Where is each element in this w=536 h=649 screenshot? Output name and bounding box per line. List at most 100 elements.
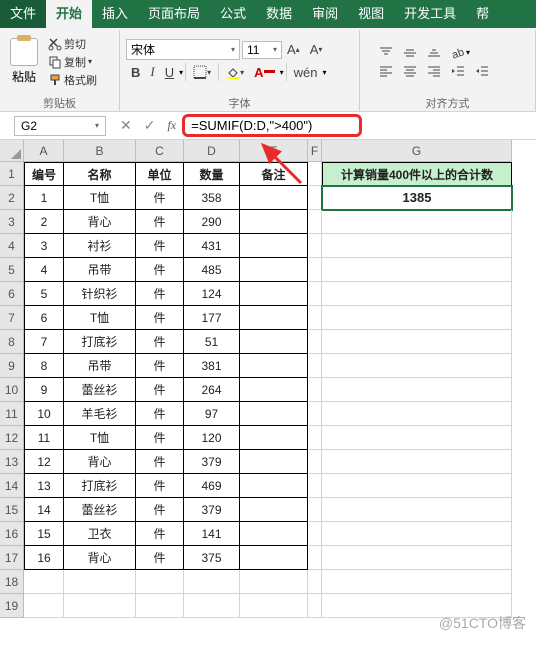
row-header[interactable]: 6: [0, 282, 24, 306]
cell[interactable]: 485: [184, 258, 240, 282]
copy-button[interactable]: 复制▾: [46, 53, 99, 71]
cell[interactable]: 件: [136, 426, 184, 450]
bold-button[interactable]: B: [126, 63, 145, 82]
cell[interactable]: [308, 282, 322, 306]
cell[interactable]: 件: [136, 330, 184, 354]
cell[interactable]: [184, 594, 240, 618]
font-size-combo[interactable]: 11▾: [242, 41, 282, 59]
cell[interactable]: 名称: [64, 162, 136, 186]
cell[interactable]: 12: [24, 450, 64, 474]
tab-9[interactable]: 帮: [466, 0, 499, 28]
cell[interactable]: 2: [24, 210, 64, 234]
cell[interactable]: 13: [24, 474, 64, 498]
cell[interactable]: 卫衣: [64, 522, 136, 546]
cell[interactable]: [136, 570, 184, 594]
cell[interactable]: [322, 402, 512, 426]
cell[interactable]: [308, 234, 322, 258]
cell[interactable]: 1: [24, 186, 64, 210]
cell[interactable]: 件: [136, 282, 184, 306]
cell[interactable]: 件: [136, 258, 184, 282]
cell[interactable]: 单位: [136, 162, 184, 186]
cell[interactable]: 9: [24, 378, 64, 402]
cell[interactable]: 背心: [64, 210, 136, 234]
fill-color-button[interactable]: ▾: [221, 63, 249, 81]
cell[interactable]: [308, 330, 322, 354]
align-middle-button[interactable]: [398, 44, 422, 62]
cell[interactable]: 15: [24, 522, 64, 546]
cell[interactable]: [240, 330, 308, 354]
cell[interactable]: [240, 234, 308, 258]
cell[interactable]: 381: [184, 354, 240, 378]
column-header[interactable]: D: [184, 140, 240, 162]
row-header[interactable]: 15: [0, 498, 24, 522]
cell[interactable]: 379: [184, 498, 240, 522]
cell[interactable]: 11: [24, 426, 64, 450]
cell[interactable]: [308, 258, 322, 282]
cell[interactable]: 数量: [184, 162, 240, 186]
cell[interactable]: 件: [136, 306, 184, 330]
row-header[interactable]: 9: [0, 354, 24, 378]
cell[interactable]: [240, 570, 308, 594]
cell[interactable]: [64, 570, 136, 594]
cell[interactable]: 件: [136, 498, 184, 522]
cell[interactable]: 件: [136, 402, 184, 426]
column-header[interactable]: A: [24, 140, 64, 162]
cell[interactable]: [322, 354, 512, 378]
cell[interactable]: [24, 594, 64, 618]
row-header[interactable]: 18: [0, 570, 24, 594]
cell[interactable]: 97: [184, 402, 240, 426]
cell[interactable]: 件: [136, 186, 184, 210]
name-box[interactable]: G2▾: [14, 116, 106, 136]
cell[interactable]: [240, 498, 308, 522]
cell[interactable]: [322, 498, 512, 522]
tab-8[interactable]: 开发工具: [394, 0, 466, 28]
cell[interactable]: T恤: [64, 306, 136, 330]
cell[interactable]: 吊带: [64, 354, 136, 378]
row-header[interactable]: 13: [0, 450, 24, 474]
cell[interactable]: [308, 450, 322, 474]
cell[interactable]: [240, 594, 308, 618]
tab-5[interactable]: 数据: [256, 0, 302, 28]
cell[interactable]: [308, 546, 322, 570]
formula-input[interactable]: =SUMIF(D:D,">400"): [182, 114, 362, 137]
cell[interactable]: 375: [184, 546, 240, 570]
tab-6[interactable]: 审阅: [302, 0, 348, 28]
cell[interactable]: 120: [184, 426, 240, 450]
cell[interactable]: [308, 594, 322, 618]
cell[interactable]: 10: [24, 402, 64, 426]
cell[interactable]: 141: [184, 522, 240, 546]
tab-2[interactable]: 插入: [92, 0, 138, 28]
cell[interactable]: 469: [184, 474, 240, 498]
cell[interactable]: 件: [136, 450, 184, 474]
cancel-formula-button[interactable]: ✕: [114, 117, 138, 134]
cell[interactable]: 打底衫: [64, 330, 136, 354]
cell[interactable]: [308, 498, 322, 522]
cell[interactable]: [240, 210, 308, 234]
cell[interactable]: [308, 354, 322, 378]
format-painter-button[interactable]: 格式刷: [46, 71, 99, 89]
row-header[interactable]: 12: [0, 426, 24, 450]
cell[interactable]: 6: [24, 306, 64, 330]
row-header[interactable]: 17: [0, 546, 24, 570]
cell[interactable]: 件: [136, 354, 184, 378]
row-header[interactable]: 5: [0, 258, 24, 282]
row-header[interactable]: 2: [0, 186, 24, 210]
cell[interactable]: [308, 186, 322, 210]
cell[interactable]: 51: [184, 330, 240, 354]
cell[interactable]: [322, 426, 512, 450]
cell[interactable]: 背心: [64, 546, 136, 570]
cell[interactable]: [240, 258, 308, 282]
cell[interactable]: 1385: [322, 186, 512, 210]
cell[interactable]: 14: [24, 498, 64, 522]
cell[interactable]: 264: [184, 378, 240, 402]
cell[interactable]: [240, 354, 308, 378]
row-header[interactable]: 4: [0, 234, 24, 258]
cell[interactable]: [240, 522, 308, 546]
cell[interactable]: 件: [136, 546, 184, 570]
cell[interactable]: 290: [184, 210, 240, 234]
cell[interactable]: 4: [24, 258, 64, 282]
cell[interactable]: [322, 570, 512, 594]
column-header[interactable]: C: [136, 140, 184, 162]
font-name-combo[interactable]: 宋体▾: [126, 39, 240, 60]
enter-formula-button[interactable]: ✓: [138, 117, 162, 134]
